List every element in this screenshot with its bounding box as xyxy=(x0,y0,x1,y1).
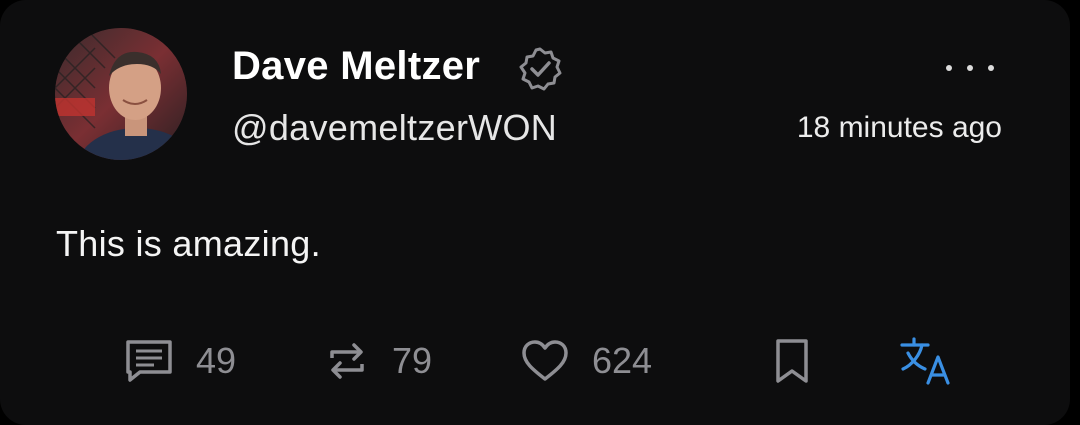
verified-badge-icon xyxy=(516,45,564,93)
repost-icon xyxy=(324,338,370,384)
dot-icon xyxy=(988,65,994,71)
author-display-name[interactable]: Dave Meltzer xyxy=(232,42,480,90)
dot-icon xyxy=(946,65,952,71)
bookmark-icon xyxy=(772,337,812,385)
avatar-photo xyxy=(55,28,187,160)
post-card[interactable]: Dave Meltzer @davemeltzerWON 18 minutes … xyxy=(0,0,1070,425)
avatar[interactable] xyxy=(55,28,187,160)
repost-button[interactable]: 79 xyxy=(324,336,432,386)
translate-icon xyxy=(898,335,954,387)
comment-icon xyxy=(124,338,174,384)
dot-icon xyxy=(967,65,973,71)
bookmark-button[interactable] xyxy=(772,336,812,386)
reply-count: 49 xyxy=(196,340,237,381)
repost-count: 79 xyxy=(392,340,433,381)
author-handle[interactable]: @davemeltzerWON xyxy=(232,106,557,150)
heart-icon xyxy=(520,338,570,384)
more-options-button[interactable] xyxy=(938,50,1002,86)
like-button[interactable]: 624 xyxy=(520,336,652,386)
post-text: This is amazing. xyxy=(56,223,321,264)
like-count: 624 xyxy=(592,340,653,381)
translate-button[interactable] xyxy=(898,336,954,386)
reply-button[interactable]: 49 xyxy=(124,336,236,386)
post-timestamp: 18 minutes ago xyxy=(796,111,1002,144)
